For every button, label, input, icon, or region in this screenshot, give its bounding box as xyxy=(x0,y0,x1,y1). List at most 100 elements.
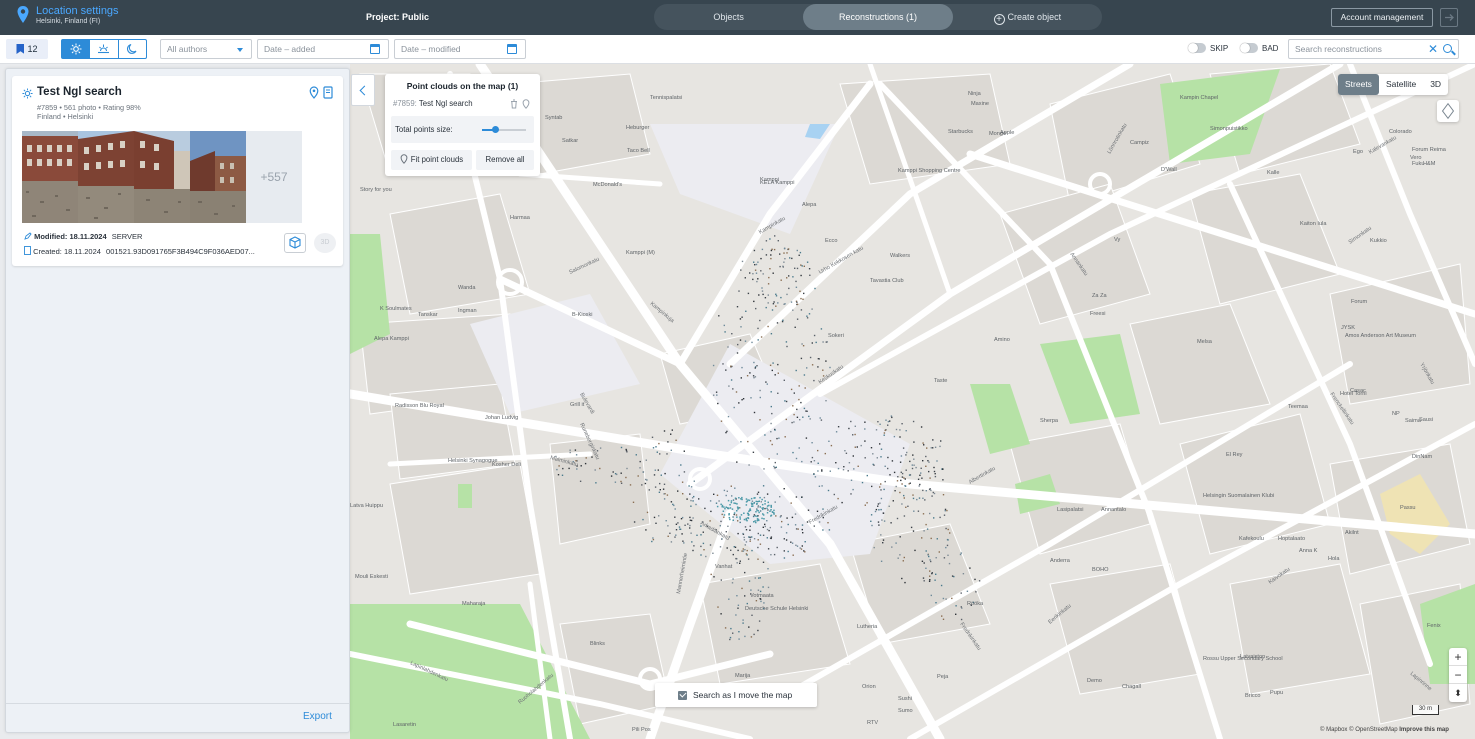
poi-label[interactable]: Ingman xyxy=(458,308,477,314)
trash-icon[interactable] xyxy=(510,99,518,109)
poi-label[interactable]: El Rey xyxy=(1226,452,1243,458)
poi-label[interactable]: Pupu xyxy=(1270,690,1283,696)
poi-label[interactable]: Syntab xyxy=(545,115,562,121)
poi-label[interactable]: Grill it xyxy=(570,402,585,408)
reconstruction-title[interactable]: Test Ngl search xyxy=(37,86,122,98)
poi-label[interactable]: Sumo xyxy=(898,708,913,714)
layers-icon[interactable] xyxy=(1437,100,1459,122)
poi-label[interactable]: Tavastia Club xyxy=(870,278,904,284)
poi-label[interactable]: Melsa xyxy=(1197,339,1213,345)
poi-label[interactable]: Demo xyxy=(1087,678,1102,684)
poi-label[interactable]: Annantalo xyxy=(1101,507,1126,513)
poi-label[interactable]: Pili Pos xyxy=(632,727,651,733)
poi-label[interactable]: Harmaa xyxy=(510,215,531,221)
poi-label[interactable]: Kosher Deli xyxy=(492,462,521,468)
map-pin-icon[interactable] xyxy=(522,99,530,109)
fit-point-clouds-button[interactable]: Fit point clouds xyxy=(391,150,472,170)
poi-label[interactable]: Forum xyxy=(1351,299,1368,305)
poi-label[interactable]: Teemaa xyxy=(1288,404,1309,410)
account-management-button[interactable]: Account management xyxy=(1331,8,1433,27)
poi-label[interactable]: BOHO xyxy=(1092,567,1109,573)
poi-label[interactable]: Ninja xyxy=(968,91,982,97)
skip-toggle[interactable]: SKIP xyxy=(1188,43,1228,53)
poi-label[interactable]: Freesi xyxy=(1090,311,1106,317)
authors-select[interactable]: All authors xyxy=(160,39,252,59)
poi-label[interactable]: Simonpuistikko xyxy=(1210,126,1248,132)
date-modified-field[interactable]: Date – modified xyxy=(394,39,526,59)
poi-label[interactable]: Sausi xyxy=(1419,417,1433,423)
poi-label[interactable]: Helsinki Synagogue xyxy=(448,458,497,464)
poi-label[interactable]: Tanskar xyxy=(418,312,438,318)
poi-label[interactable]: H&M xyxy=(1423,161,1436,167)
poi-label[interactable]: Sushi xyxy=(898,696,912,702)
skip-toggle-switch[interactable] xyxy=(1188,43,1206,53)
poi-label[interactable]: Deutsche Schule Helsinki xyxy=(745,606,808,612)
night-filter-button[interactable] xyxy=(119,40,146,58)
poi-label[interactable]: B-Kioski xyxy=(572,312,593,318)
poi-label[interactable]: Maxine xyxy=(971,101,989,107)
poi-label[interactable]: Fuku xyxy=(1412,161,1424,167)
poi-label[interactable]: Ecco xyxy=(825,238,837,244)
improve-map-link[interactable]: Improve this map xyxy=(1399,727,1449,733)
poi-label[interactable]: Saima xyxy=(1405,418,1422,424)
attribution-osm[interactable]: © OpenStreetMap xyxy=(1349,727,1397,733)
checkbox-checked-icon[interactable] xyxy=(678,690,687,700)
zoom-out-button[interactable]: − xyxy=(1449,666,1467,684)
poi-label[interactable]: Amino xyxy=(994,337,1010,343)
poi-label[interactable]: Amos Anderson Art Museum xyxy=(1345,333,1416,339)
remove-all-button[interactable]: Remove all xyxy=(476,150,534,170)
logout-button[interactable] xyxy=(1440,8,1458,27)
poi-label[interactable]: Kamppi (M) xyxy=(626,250,655,256)
sunset-filter-button[interactable] xyxy=(90,40,119,58)
poi-label[interactable]: Votmaata xyxy=(750,593,775,599)
bookmark-icon[interactable] xyxy=(323,86,333,99)
poi-label[interactable]: D'Wall xyxy=(1161,167,1177,173)
poi-label[interactable]: Kafekoulu xyxy=(1239,536,1264,542)
poi-label[interactable]: Kampin Chapel xyxy=(1180,95,1218,101)
poi-label[interactable]: Casac xyxy=(1350,388,1366,394)
search-icon[interactable] xyxy=(1443,44,1452,53)
poi-label[interactable]: Sokeri xyxy=(828,333,844,339)
poi-label[interactable]: Akilnt xyxy=(1345,530,1359,536)
map-style-3d[interactable]: 3D xyxy=(1423,74,1448,95)
poi-label[interactable]: McDonald's xyxy=(593,182,622,188)
map-style-satellite[interactable]: Satellite xyxy=(1379,74,1423,95)
search-input[interactable] xyxy=(1295,40,1425,58)
photo-thumbnail[interactable] xyxy=(190,131,246,223)
calendar-icon[interactable] xyxy=(507,44,517,54)
poi-label[interactable]: Lutheria xyxy=(857,624,878,630)
poi-label[interactable]: Kamppi xyxy=(760,177,779,183)
attribution-mapbox[interactable]: © Mapbox xyxy=(1320,727,1347,733)
poi-label[interactable]: Rööka xyxy=(967,601,984,607)
poi-label[interactable]: JYSK xyxy=(1341,325,1355,331)
poi-label[interactable]: Laivaiston xyxy=(1240,654,1265,660)
poi-label[interactable]: Satkar xyxy=(562,138,578,144)
bad-toggle[interactable]: BAD xyxy=(1240,43,1278,53)
poi-label[interactable]: Anna K xyxy=(1299,548,1318,554)
photo-thumbnail[interactable] xyxy=(22,131,78,223)
zoom-in-button[interactable]: + xyxy=(1449,648,1467,666)
location-title[interactable]: Location settings xyxy=(36,5,119,17)
search-as-move-toggle[interactable]: Search as I move the map xyxy=(655,683,817,707)
reconstruction-card[interactable]: Test Ngl search #7859 • 561 photo • Rati… xyxy=(12,76,343,266)
poi-label[interactable]: Campiz xyxy=(1130,140,1149,146)
clear-icon[interactable]: ✕ xyxy=(1428,42,1438,56)
tab-reconstructions[interactable]: Reconstructions (1) xyxy=(803,4,953,30)
poi-label[interactable]: Chagall xyxy=(1122,684,1141,690)
photo-thumbnail[interactable] xyxy=(78,131,134,223)
poi-label[interactable]: Vanhat xyxy=(715,564,733,570)
poi-label[interactable]: RTV xyxy=(867,720,878,726)
poi-label[interactable]: Vy xyxy=(1114,237,1121,243)
more-photos-count[interactable]: +557 xyxy=(246,131,302,223)
poi-label[interactable]: Sherpa xyxy=(1040,418,1059,424)
poi-label[interactable]: Mongo xyxy=(989,131,1006,137)
map-pin-icon[interactable] xyxy=(309,86,319,99)
poi-label[interactable]: Story for you xyxy=(360,187,392,193)
poi-label[interactable]: Latva Huippu xyxy=(350,503,383,509)
poi-label[interactable]: Taco Bell xyxy=(627,148,650,154)
poi-label[interactable]: Alepa Kamppi xyxy=(374,336,409,342)
map-style-streets[interactable]: Streets xyxy=(1338,74,1379,95)
poi-label[interactable]: Colorado xyxy=(1389,129,1412,135)
poi-label[interactable]: Heburger xyxy=(626,125,649,131)
location-settings[interactable]: Location settings Helsinki, Finland (FI) xyxy=(16,5,119,27)
